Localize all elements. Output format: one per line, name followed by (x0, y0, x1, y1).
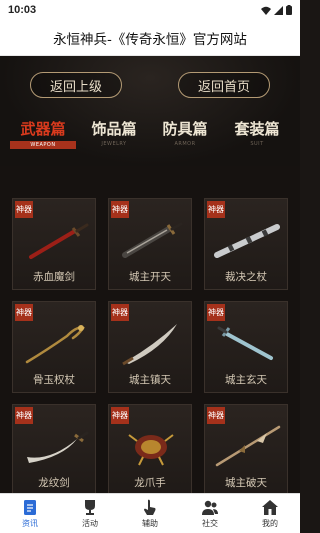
weapon-name: 城主开天 (129, 271, 171, 283)
weapon-name: 骨玉权杖 (33, 374, 75, 386)
tab-weapon-sublabel: WEAPON (10, 141, 76, 149)
back-home-button[interactable]: 返回首页 (178, 72, 270, 98)
signal-icon (274, 5, 283, 15)
nav-assist-label: 辅助 (142, 518, 158, 528)
weapon-card[interactable]: 神器 城主镇天 (108, 301, 192, 393)
weapon-name: 城主镇天 (129, 374, 171, 386)
weapon-card[interactable]: 神器 城主开天 (108, 198, 192, 290)
weapon-name: 城主破天 (225, 477, 267, 489)
nav-mine[interactable]: 我的 (240, 494, 300, 533)
bottom-nav: 资讯 活动 辅助 社交 我的 (0, 493, 300, 533)
home-icon (262, 499, 278, 515)
weapon-name: 龙爪手 (134, 477, 166, 489)
trophy-icon (85, 499, 95, 515)
tab-jewelry-sublabel: JEWELRY (101, 141, 127, 147)
spear-icon (215, 425, 281, 467)
nav-activity[interactable]: 活动 (60, 494, 120, 533)
back-up-button[interactable]: 返回上级 (30, 72, 122, 98)
status-bar: 10:03 (0, 0, 300, 20)
weapon-card[interactable]: 神器 城主破天 (204, 404, 288, 496)
weapon-card[interactable]: 神器 城主玄天 (204, 301, 288, 393)
weapon-name: 城主玄天 (225, 374, 267, 386)
nav-mine-label: 我的 (262, 518, 278, 528)
wifi-icon (261, 6, 271, 15)
weapon-card[interactable]: 神器 赤血魔剑 (12, 198, 96, 290)
nav-news[interactable]: 资讯 (0, 494, 60, 533)
people-icon (202, 500, 218, 515)
nav-news-label: 资讯 (22, 518, 38, 528)
curved-blade-icon (122, 324, 177, 366)
tab-jewelry[interactable]: 饰品篇 JEWELRY (81, 118, 147, 147)
dragon-sword-icon (27, 431, 89, 463)
weapon-name: 赤血魔剑 (33, 271, 75, 283)
weapon-grid: 神器 赤血魔剑 神器 城主开天 神器 裁决之杖 神器 骨玉权杖 神器 城主镇天 … (0, 166, 300, 496)
page-title: 永恒神兵-《传奇永恒》官方网站 (0, 20, 300, 56)
tab-weapon-label: 武器篇 (20, 120, 66, 138)
nav-assist[interactable]: 辅助 (120, 494, 180, 533)
silver-staff-icon (214, 224, 280, 258)
tab-jewelry-label: 饰品篇 (91, 120, 137, 138)
battery-icon (286, 5, 292, 15)
category-tabs: 武器篇 WEAPON 饰品篇 JEWELRY 防具篇 ARMOR 套装篇 SUI… (0, 118, 300, 154)
dragon-claw-icon (128, 434, 174, 466)
nav-social-label: 社交 (202, 518, 218, 528)
weapon-card[interactable]: 神器 龙爪手 (108, 404, 192, 496)
hand-icon (144, 499, 156, 515)
tab-armor-label: 防具篇 (162, 120, 208, 138)
tab-suit[interactable]: 套装篇 SUIT (224, 118, 290, 147)
status-time: 10:03 (8, 4, 37, 16)
dark-sword-icon (122, 222, 183, 258)
tab-suit-sublabel: SUIT (250, 141, 264, 147)
weapon-card[interactable]: 神器 裁决之杖 (204, 198, 288, 290)
nav-social[interactable]: 社交 (180, 494, 240, 533)
tab-armor-sublabel: ARMOR (174, 141, 196, 147)
blue-sword-icon (217, 326, 273, 360)
tab-suit-label: 套装篇 (234, 120, 280, 138)
bone-scepter-icon (25, 325, 85, 364)
nav-activity-label: 活动 (82, 518, 98, 528)
news-icon (24, 499, 36, 515)
weapon-name: 裁决之杖 (225, 271, 267, 283)
red-sword-icon (29, 223, 89, 259)
weapon-name: 龙纹剑 (38, 477, 70, 489)
weapon-card[interactable]: 神器 龙纹剑 (12, 404, 96, 496)
weapon-card[interactable]: 神器 骨玉权杖 (12, 301, 96, 393)
tab-armor[interactable]: 防具篇 ARMOR (152, 118, 218, 147)
tab-weapon[interactable]: 武器篇 WEAPON (10, 118, 76, 149)
